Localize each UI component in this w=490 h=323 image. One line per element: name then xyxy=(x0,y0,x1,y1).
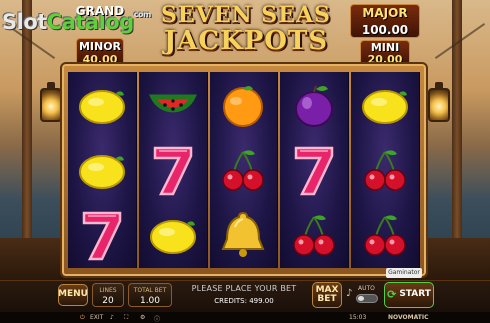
bell-icon xyxy=(215,207,271,263)
total-bet-panel[interactable]: TOTAL BET 1.00 xyxy=(128,283,172,307)
major-jackpot-label: MAJOR xyxy=(362,6,408,20)
major-jackpot-value: 100.00 xyxy=(361,23,409,37)
clock-time: 15:03 xyxy=(349,314,367,321)
minor-jackpot-label: MINOR xyxy=(78,40,122,53)
lemon-icon xyxy=(74,77,130,133)
provider-badge: Gaminator xyxy=(386,268,422,278)
auto-label: AUTO xyxy=(358,285,375,292)
start-icon: ⟳ xyxy=(387,288,397,302)
cherry-icon xyxy=(286,207,342,263)
lemon-icon xyxy=(357,77,413,133)
max-bet-button[interactable]: MAX BET xyxy=(312,282,342,308)
exit-label[interactable]: EXIT xyxy=(90,314,103,321)
power-icon[interactable]: ⏻ xyxy=(80,314,85,322)
footer-bar: ⏻ EXIT ♪ ⛶ ⚙ ⓘ 15:03 NOVOMATIC xyxy=(0,312,490,323)
game-title: SEVEN SEAS JACKPOTS xyxy=(158,4,334,62)
game-scene: SlotCatalogcom GRAND MINOR 40.00 SEVEN S… xyxy=(0,0,490,323)
start-label: START xyxy=(399,289,431,300)
plum-icon xyxy=(286,77,342,133)
title-line-2: JACKPOTS xyxy=(163,26,329,56)
total-bet-label: TOTAL BET xyxy=(133,287,167,294)
total-bet-value: 1.00 xyxy=(139,296,161,306)
seven-icon xyxy=(286,142,342,198)
grand-jackpot-label: GRAND xyxy=(75,4,125,18)
reel-3 xyxy=(209,72,279,268)
reel-4 xyxy=(280,72,350,268)
seven-icon xyxy=(145,142,201,198)
reel-grid xyxy=(68,72,420,268)
status-message: PLEASE PLACE YOUR BET xyxy=(191,284,297,293)
credits-value: 499.00 xyxy=(249,297,274,305)
orange-icon xyxy=(215,77,271,133)
fullscreen-icon[interactable]: ⛶ xyxy=(124,314,128,322)
start-button[interactable]: ⟳ START xyxy=(384,282,434,308)
credits-label: CREDITS: xyxy=(214,297,247,305)
lines-panel[interactable]: LINES 20 xyxy=(92,283,124,307)
volume-icon[interactable]: ♪ xyxy=(346,288,352,299)
cherry-icon xyxy=(357,207,413,263)
lines-label: LINES xyxy=(99,287,117,294)
seven-icon xyxy=(74,207,130,263)
settings-icon[interactable]: ⚙ xyxy=(140,314,145,321)
max-bet-label-2: BET xyxy=(317,294,337,304)
sound-icon[interactable]: ♪ xyxy=(110,314,114,321)
reel-5 xyxy=(351,72,420,268)
right-lantern xyxy=(428,82,450,122)
lemon-icon xyxy=(74,142,130,198)
cherry-icon xyxy=(357,142,413,198)
lemon-icon xyxy=(145,207,201,263)
reel-1 xyxy=(68,72,137,268)
credits-display: CREDITS: 499.00 xyxy=(176,297,312,305)
menu-button[interactable]: MENU xyxy=(58,284,88,306)
cherry-icon xyxy=(215,142,271,198)
title-line-1: SEVEN SEAS xyxy=(161,2,331,28)
watermelon-icon xyxy=(145,77,201,133)
auto-toggle[interactable] xyxy=(356,294,378,303)
lines-value: 20 xyxy=(102,296,114,306)
left-lantern xyxy=(40,82,62,122)
reel-2 xyxy=(138,72,208,268)
brand-label: NOVOMATIC xyxy=(388,314,429,321)
info-icon[interactable]: ⓘ xyxy=(154,314,160,323)
